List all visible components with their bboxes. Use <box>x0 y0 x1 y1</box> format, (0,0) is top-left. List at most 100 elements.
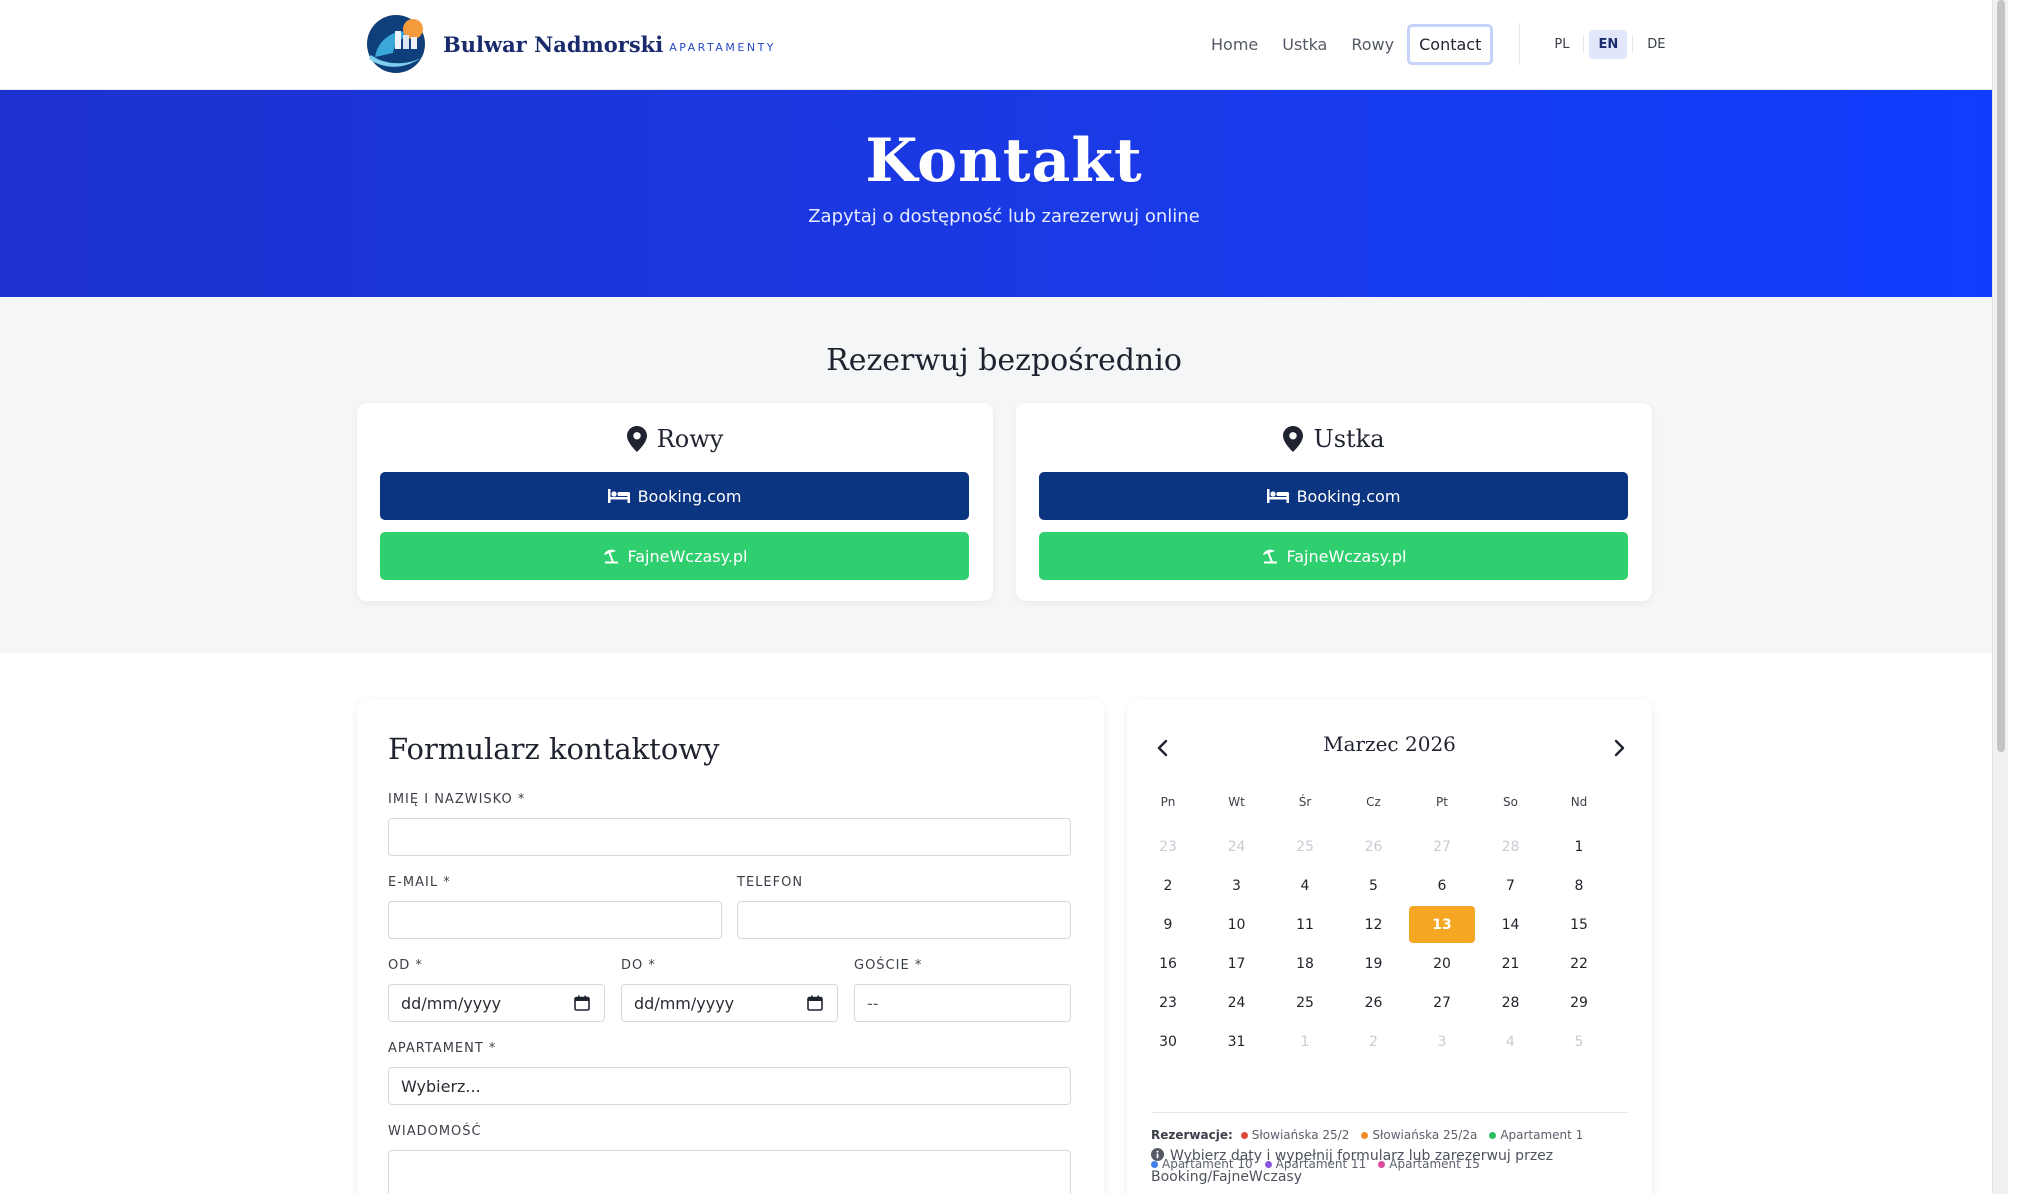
site-header: Bulwar Nadmorski APARTAMENTY Home Ustka … <box>0 0 2008 90</box>
calendar-day[interactable]: 23 <box>1135 984 1201 1021</box>
calendar-day[interactable]: 28 <box>1478 984 1544 1021</box>
nav-home[interactable]: Home <box>1200 25 1269 64</box>
nav-rowy[interactable]: Rowy <box>1340 25 1405 64</box>
calendar-day[interactable]: 25 <box>1272 984 1338 1021</box>
main-nav: Home Ustka Rowy Contact PL EN DE <box>1200 23 1679 65</box>
brand-logo[interactable]: Bulwar Nadmorski APARTAMENTY <box>357 13 776 75</box>
book-section-title: Rezerwuj bezpośrednio <box>826 343 1182 378</box>
calendar-day[interactable]: 11 <box>1272 906 1338 943</box>
calendar-day[interactable]: 28 <box>1478 828 1544 865</box>
legend-text: Słowiańska 25/2 <box>1251 1128 1350 1142</box>
nav-contact[interactable]: Contact <box>1407 23 1494 65</box>
lang-pl[interactable]: PL <box>1545 30 1578 59</box>
contact-form-card: Formularz kontaktowy IMIĘ I NAZWISKO * E… <box>357 700 1104 1194</box>
location-name: Ustka <box>1313 425 1385 453</box>
calendar-day[interactable]: 26 <box>1341 984 1407 1021</box>
apartment-select[interactable]: Wybierz... <box>388 1067 1071 1105</box>
apartment-label: APARTAMENT * <box>388 1041 497 1056</box>
calendar-day[interactable]: 10 <box>1204 906 1270 943</box>
calendar-day[interactable]: 13 <box>1409 906 1475 943</box>
calendar-day[interactable]: 29 <box>1546 984 1612 1021</box>
calendar-icon[interactable] <box>574 995 590 1011</box>
calendar-day[interactable]: 8 <box>1546 867 1612 904</box>
hero-subtitle: Zapytaj o dostępność lub zarezerwuj onli… <box>808 206 1200 227</box>
info-icon <box>1151 1148 1164 1161</box>
phone-label: TELEFON <box>737 875 804 890</box>
calendar-day[interactable]: 26 <box>1341 828 1407 865</box>
contact-section: Formularz kontaktowy IMIĘ I NAZWISKO * E… <box>0 653 2008 1194</box>
location-heading: Ustka <box>1016 425 1652 453</box>
bed-icon <box>607 489 630 503</box>
calendar-day[interactable]: 6 <box>1409 867 1475 904</box>
calendar-icon[interactable] <box>807 995 823 1011</box>
nav-ustka[interactable]: Ustka <box>1271 25 1338 64</box>
calendar-day[interactable]: 15 <box>1546 906 1612 943</box>
brand-subtitle: APARTAMENTY <box>669 40 777 54</box>
calendar-day[interactable]: 18 <box>1272 945 1338 982</box>
weekday-header: Pt <box>1436 795 1448 809</box>
lang-en[interactable]: EN <box>1589 29 1628 59</box>
calendar-divider <box>1151 1112 1628 1113</box>
fajnewczasy-label: FajneWczasy.pl <box>1286 546 1407 566</box>
date-from-placeholder: dd/mm/yyyy <box>401 993 502 1013</box>
calendar-day[interactable]: 27 <box>1409 828 1475 865</box>
name-label: IMIĘ I NAZWISKO * <box>388 792 526 807</box>
lang-de[interactable]: DE <box>1638 30 1674 59</box>
calendar-day[interactable]: 3 <box>1409 1023 1475 1060</box>
calendar-day[interactable]: 19 <box>1341 945 1407 982</box>
calendar-day[interactable]: 2 <box>1341 1023 1407 1060</box>
calendar-day[interactable]: 1 <box>1272 1023 1338 1060</box>
scrollbar-thumb[interactable] <box>1997 0 2005 752</box>
rowy-fajnewczasy-button[interactable]: FajneWczasy.pl <box>380 532 969 580</box>
date-from-input[interactable]: dd/mm/yyyy <box>388 984 605 1022</box>
calendar-day[interactable]: 5 <box>1546 1023 1612 1060</box>
email-input[interactable] <box>388 901 722 939</box>
calendar-day[interactable]: 5 <box>1341 867 1407 904</box>
calendar-day[interactable]: 31 <box>1204 1023 1270 1060</box>
calendar-day[interactable]: 22 <box>1546 945 1612 982</box>
weekday-header: Cz <box>1366 795 1381 809</box>
guests-label: GOŚCIE * <box>854 958 923 973</box>
calendar-day[interactable]: 20 <box>1409 945 1475 982</box>
name-input[interactable] <box>388 818 1071 856</box>
calendar-day[interactable]: 24 <box>1204 828 1270 865</box>
legend-text: Apartament 1 <box>1500 1128 1584 1142</box>
location-card-rowy: Rowy Booking.com FajneWczasy.pl <box>357 403 993 601</box>
umbrella-beach-icon <box>1262 549 1277 564</box>
form-title: Formularz kontaktowy <box>388 732 720 766</box>
calendar-day[interactable]: 21 <box>1478 945 1544 982</box>
message-textarea[interactable] <box>388 1150 1071 1194</box>
umbrella-beach-icon <box>603 549 618 564</box>
logo-wave-icon <box>367 15 425 73</box>
location-card-ustka: Ustka Booking.com FajneWczasy.pl <box>1016 403 1652 601</box>
page-scrollbar[interactable] <box>1992 0 2008 1194</box>
calendar-day[interactable]: 14 <box>1478 906 1544 943</box>
availability-calendar: Marzec 2026 Pn Wt Śr Cz Pt So Nd 23 24 25 26 27 28 1 2… <box>1127 700 1652 1194</box>
legend-dot <box>1240 1131 1248 1139</box>
date-to-input[interactable]: dd/mm/yyyy <box>621 984 838 1022</box>
calendar-day[interactable]: 27 <box>1409 984 1475 1021</box>
ustka-booking-button[interactable]: Booking.com <box>1039 472 1628 520</box>
calendar-day[interactable]: 1 <box>1546 828 1612 865</box>
calendar-day[interactable]: 4 <box>1478 1023 1544 1060</box>
calendar-day[interactable]: 16 <box>1135 945 1201 982</box>
calendar-day[interactable]: 12 <box>1341 906 1407 943</box>
phone-input[interactable] <box>737 901 1071 939</box>
calendar-note-text: Wybierz daty i wypełnij formularz lub za… <box>1151 1148 1554 1185</box>
rowy-booking-button[interactable]: Booking.com <box>380 472 969 520</box>
ustka-fajnewczasy-button[interactable]: FajneWczasy.pl <box>1039 532 1628 580</box>
calendar-day[interactable]: 4 <box>1272 867 1338 904</box>
calendar-day[interactable]: 2 <box>1135 867 1201 904</box>
calendar-day[interactable]: 24 <box>1204 984 1270 1021</box>
calendar-day[interactable]: 30 <box>1135 1023 1201 1060</box>
chevron-right-icon[interactable] <box>1607 736 1631 760</box>
calendar-day[interactable]: 9 <box>1135 906 1201 943</box>
calendar-day[interactable]: 17 <box>1204 945 1270 982</box>
calendar-day[interactable]: 23 <box>1135 828 1201 865</box>
weekday-header: Pn <box>1160 795 1176 809</box>
calendar-day[interactable]: 3 <box>1204 867 1270 904</box>
guests-select[interactable]: -- <box>854 984 1071 1022</box>
calendar-day[interactable]: 25 <box>1272 828 1338 865</box>
legend-item: Apartament 1 <box>1489 1128 1583 1142</box>
calendar-day[interactable]: 7 <box>1478 867 1544 904</box>
